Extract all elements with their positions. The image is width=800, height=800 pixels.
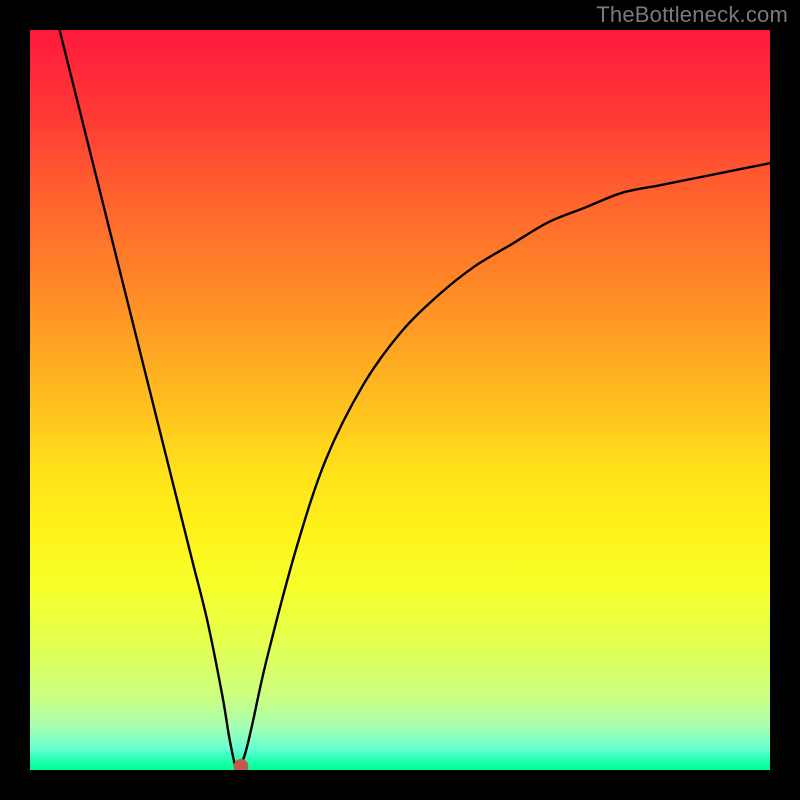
curve-svg	[30, 30, 770, 770]
minimum-marker	[234, 759, 249, 770]
bottleneck-curve	[60, 30, 770, 770]
chart-frame: TheBottleneck.com	[0, 0, 800, 800]
watermark-text: TheBottleneck.com	[596, 2, 788, 28]
plot-area	[30, 30, 770, 770]
